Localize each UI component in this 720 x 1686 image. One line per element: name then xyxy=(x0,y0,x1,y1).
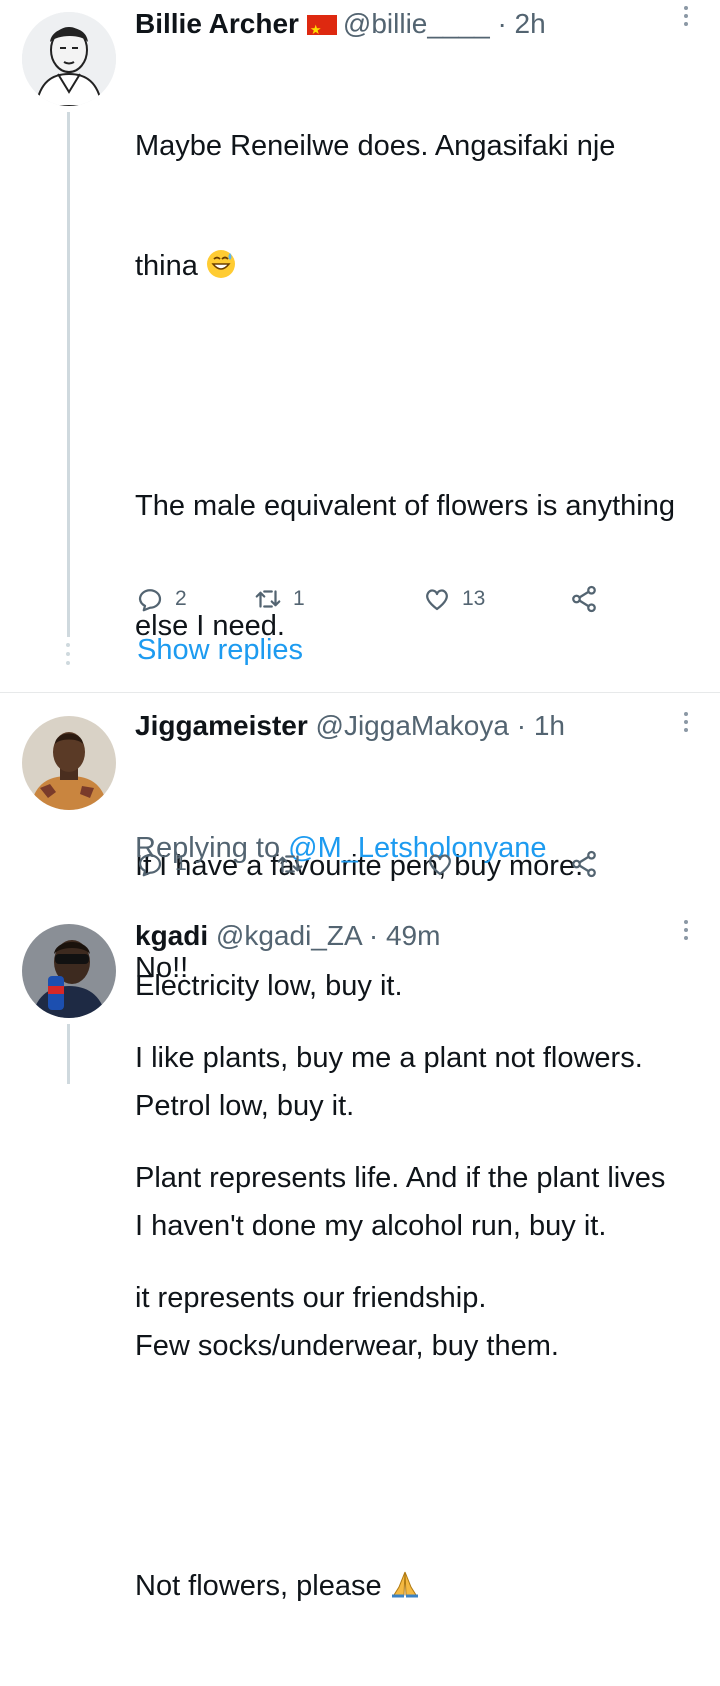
share-button[interactable] xyxy=(569,582,599,616)
tweet-header: Billie Archer @billie____ · 2h xyxy=(135,4,546,50)
tweet-header: kgadi @kgadi_ZA · 49m xyxy=(135,916,440,956)
more-icon[interactable] xyxy=(684,920,690,940)
retweet-count: 1 xyxy=(293,587,305,610)
tweet-header: Jiggameister @JiggaMakoya · 1h xyxy=(135,706,565,746)
tweet-actions: 1 xyxy=(135,847,615,881)
like-button[interactable]: 13 xyxy=(422,582,485,616)
avatar-kgadi[interactable] xyxy=(22,924,116,1018)
display-name[interactable]: Billie Archer xyxy=(135,8,299,39)
display-name[interactable]: Jiggameister xyxy=(135,710,308,741)
thread-line xyxy=(67,1024,70,1084)
timestamp[interactable]: · 2h xyxy=(497,8,545,39)
tweet-billie-archer[interactable]: Billie Archer@billie____ · 2h Maybe Rene… xyxy=(0,0,720,1602)
reply-icon xyxy=(138,589,162,612)
timestamp[interactable]: · 1h xyxy=(517,710,565,741)
tweet-text: I like plants, buy me a plant not flower… xyxy=(135,1042,666,1314)
thread-continuation-dots xyxy=(66,643,70,670)
retweet-button[interactable]: 1 xyxy=(253,582,305,616)
china-flag-icon xyxy=(306,10,337,50)
show-replies-link[interactable]: Show replies xyxy=(137,634,303,667)
tweet-actions: 2 1 13 xyxy=(135,582,615,616)
tweet-jiggameister[interactable]: Jiggameister @JiggaMakoya · 1h Replying … xyxy=(0,706,720,984)
reply-button[interactable]: 1 xyxy=(135,847,187,881)
tweet-kgadi[interactable]: kgadi @kgadi_ZA · 49m I like plants, buy… xyxy=(0,914,720,1314)
grinning-sweat-emoji xyxy=(206,250,235,278)
reply-count: 1 xyxy=(175,852,187,875)
reply-button[interactable]: 2 xyxy=(135,582,187,616)
handle[interactable]: @JiggaMakoya xyxy=(316,710,509,741)
more-icon[interactable] xyxy=(684,712,690,732)
share-icon xyxy=(572,850,596,878)
like-icon xyxy=(426,589,448,611)
timestamp[interactable]: · 49m xyxy=(369,920,441,951)
divider xyxy=(0,692,720,693)
avatar-billie-archer[interactable] xyxy=(22,12,116,106)
like-icon xyxy=(429,854,451,876)
retweet-icon xyxy=(277,855,303,873)
handle[interactable]: @kgadi_ZA xyxy=(216,920,361,951)
share-icon xyxy=(572,585,596,613)
retweet-button[interactable] xyxy=(275,847,305,881)
reply-icon xyxy=(138,854,162,877)
retweet-icon xyxy=(255,590,281,608)
like-count: 13 xyxy=(462,587,486,610)
like-button[interactable] xyxy=(425,847,455,881)
folded-hands-emoji xyxy=(391,1571,418,1598)
avatar-jiggameister[interactable] xyxy=(22,716,116,810)
handle[interactable]: @billie____ xyxy=(343,8,490,39)
reply-count: 2 xyxy=(175,587,187,610)
more-icon[interactable] xyxy=(684,6,690,26)
thread-line xyxy=(67,112,70,637)
share-button[interactable] xyxy=(569,847,599,881)
display-name[interactable]: kgadi xyxy=(135,920,208,951)
